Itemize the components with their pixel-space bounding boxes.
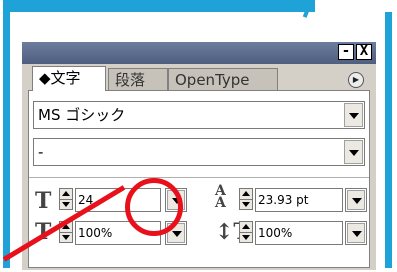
leading-stepper[interactable] (239, 188, 253, 210)
font-size-icon: T (35, 188, 52, 214)
vertical-scale-dropdown[interactable] (345, 221, 367, 245)
minimize-button[interactable]: - (338, 44, 354, 60)
leading-icon: AA (215, 183, 226, 211)
leading-input[interactable]: 23.93 pt (255, 188, 343, 212)
chevron-down-icon[interactable] (344, 140, 363, 164)
tab-paragraph[interactable]: 段落 (108, 68, 168, 90)
font-size-stepper[interactable] (59, 188, 73, 210)
palette-menu-icon[interactable]: ▶ (348, 72, 364, 88)
palette-titlebar[interactable]: - X (22, 42, 376, 64)
tab-character[interactable]: ◆文字 (32, 66, 106, 91)
callout-right-edge (385, 12, 392, 268)
vertical-scale-stepper[interactable] (239, 221, 253, 243)
font-family-select[interactable]: MS ゴシック (33, 101, 365, 129)
chevron-down-icon[interactable] (347, 223, 365, 243)
font-style-value: - (38, 143, 44, 161)
leading-dropdown[interactable] (345, 188, 367, 212)
font-style-select[interactable]: - (33, 138, 365, 166)
chevron-down-icon[interactable] (344, 103, 363, 127)
divider (29, 177, 369, 178)
callout-top-edge (3, 0, 315, 12)
highlight-circle (125, 178, 183, 236)
character-palette: - X ◆文字 段落 OpenType ▶ MS ゴシック - T 24 AA (22, 42, 376, 270)
chevron-down-icon[interactable] (347, 190, 365, 210)
tab-opentype[interactable]: OpenType (168, 68, 278, 90)
close-button[interactable]: X (356, 44, 372, 60)
palette-tabs: ◆文字 段落 OpenType ▶ (28, 66, 370, 91)
font-family-value: MS ゴシック (38, 106, 126, 124)
vertical-scale-input[interactable]: 100% (255, 221, 343, 245)
character-panel: MS ゴシック - T 24 AA 23.93 pt T 100% (28, 90, 370, 268)
callout-left-edge (3, 0, 10, 268)
